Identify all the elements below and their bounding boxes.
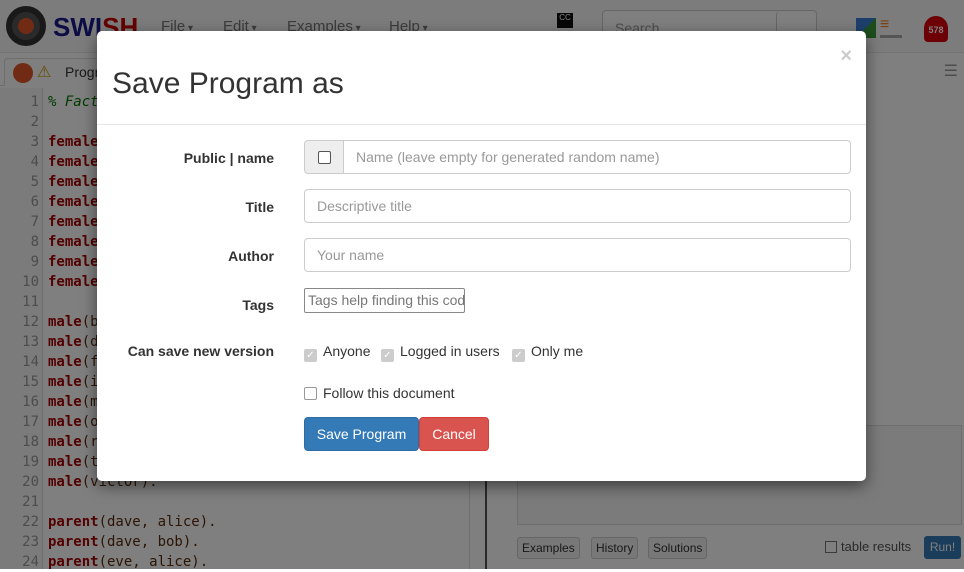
- perm-logged-in[interactable]: ✓ Logged in users: [381, 343, 500, 362]
- modal-title: Save Program as: [112, 67, 344, 100]
- anyone-checkbox[interactable]: ✓: [304, 349, 317, 362]
- author-input[interactable]: Your name: [304, 238, 851, 272]
- modal-header: Save Program as ×: [97, 31, 866, 125]
- follow-label: Follow this document: [323, 385, 455, 401]
- save-permission-label: Can save new version: [127, 343, 274, 359]
- author-label: Author: [228, 248, 274, 264]
- tags-label: Tags: [242, 297, 274, 313]
- title-label: Title: [245, 199, 274, 215]
- logged-in-label: Logged in users: [400, 343, 500, 359]
- name-input[interactable]: Name (leave empty for generated random n…: [343, 140, 851, 174]
- follow-option[interactable]: Follow this document: [304, 385, 455, 401]
- public-checkbox[interactable]: [318, 151, 331, 164]
- perm-anyone[interactable]: ✓ Anyone: [304, 343, 370, 362]
- close-icon[interactable]: ×: [840, 45, 852, 68]
- public-toggle[interactable]: [304, 140, 344, 174]
- save-program-button[interactable]: Save Program: [304, 417, 419, 451]
- only-me-label: Only me: [531, 343, 584, 359]
- perm-only-me[interactable]: ✓ Only me: [512, 343, 583, 362]
- save-program-dialog: Save Program as × Public | name Name (le…: [97, 31, 866, 481]
- tags-input[interactable]: Tags help finding this code: [304, 288, 465, 313]
- logged-in-checkbox[interactable]: ✓: [381, 349, 394, 362]
- cancel-button[interactable]: Cancel: [419, 417, 489, 451]
- only-me-checkbox[interactable]: ✓: [512, 349, 525, 362]
- name-label: Public | name: [183, 150, 274, 166]
- title-input[interactable]: Descriptive title: [304, 189, 851, 223]
- follow-checkbox[interactable]: [304, 387, 317, 400]
- anyone-label: Anyone: [323, 343, 371, 359]
